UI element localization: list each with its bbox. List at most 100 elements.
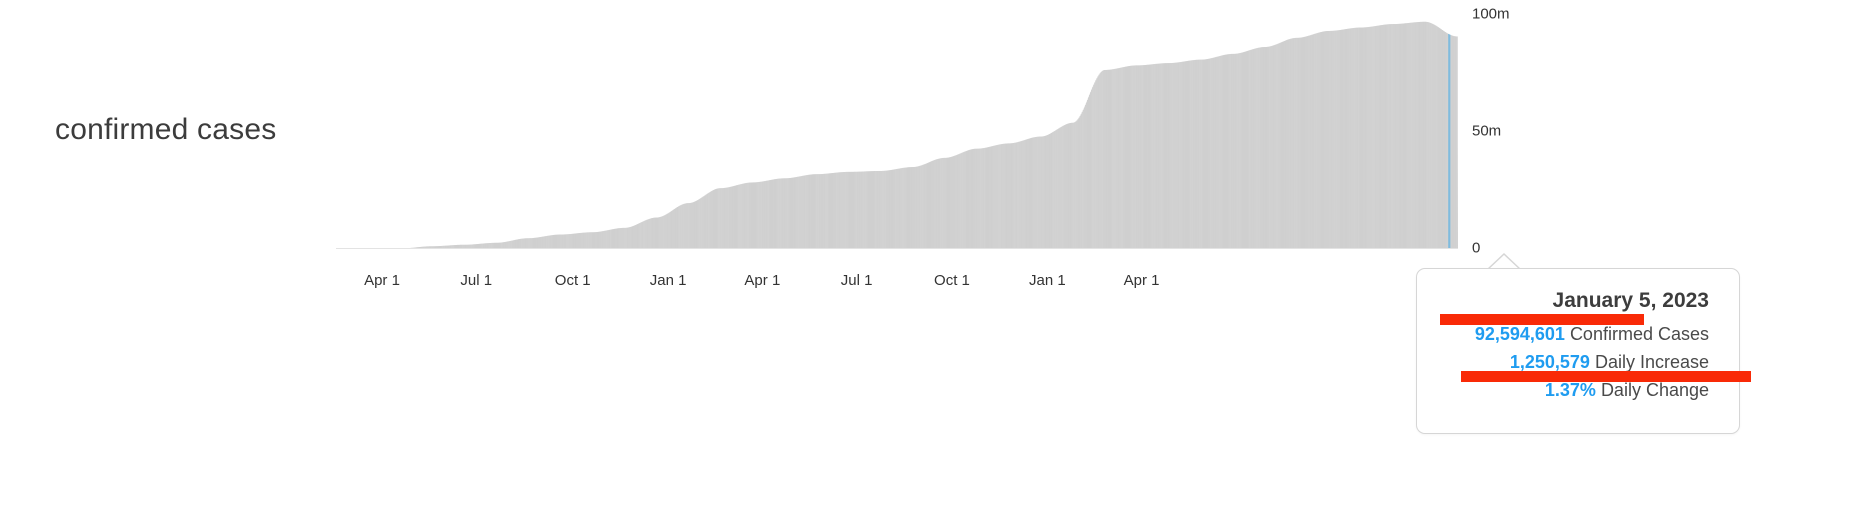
bar <box>889 170 890 249</box>
bar <box>936 159 938 249</box>
bar <box>691 202 692 249</box>
bar <box>555 234 556 249</box>
bar <box>1156 63 1158 249</box>
bar <box>1408 22 1410 249</box>
bar <box>707 193 709 249</box>
bar <box>1450 34 1452 249</box>
bar <box>835 172 837 249</box>
bar <box>1344 29 1345 249</box>
bar <box>725 187 727 249</box>
bar <box>1141 65 1143 249</box>
bar <box>904 167 906 249</box>
bar <box>582 232 584 249</box>
bar <box>617 228 618 249</box>
bar <box>1305 36 1306 249</box>
bar <box>924 163 926 249</box>
bar <box>1120 67 1122 249</box>
bar <box>733 186 734 249</box>
bar <box>848 171 849 249</box>
bar <box>914 166 916 249</box>
bar <box>554 234 555 249</box>
bar <box>581 232 583 249</box>
bar <box>975 148 977 249</box>
bar <box>820 174 822 249</box>
bar <box>849 171 850 249</box>
bar <box>979 148 981 249</box>
bar <box>1217 56 1219 249</box>
bar <box>1105 69 1106 249</box>
x-axis-tick-label: Jan 1 <box>1028 272 1066 289</box>
bar <box>1088 97 1089 249</box>
bar <box>724 187 726 249</box>
bar <box>871 171 872 249</box>
bar <box>700 198 702 249</box>
bar <box>695 201 696 249</box>
bar <box>883 170 885 249</box>
bar <box>633 225 634 249</box>
bar <box>872 171 873 249</box>
bar <box>1151 64 1153 249</box>
bar <box>1373 26 1375 249</box>
bar <box>899 168 901 249</box>
bar <box>1276 44 1278 249</box>
bar <box>1016 142 1018 249</box>
annotation-highlight-daily-increase <box>1461 371 1751 382</box>
bar <box>1144 65 1145 249</box>
bar <box>756 182 758 249</box>
bar <box>587 232 589 249</box>
bar <box>1137 65 1139 249</box>
bar <box>1214 57 1216 249</box>
bar <box>1323 31 1324 249</box>
bar <box>992 146 993 249</box>
bar <box>959 153 961 249</box>
bar <box>1188 60 1189 249</box>
bar <box>721 188 723 249</box>
bar <box>1309 35 1311 249</box>
bar <box>652 218 653 249</box>
bar <box>708 192 710 249</box>
bar <box>1347 28 1349 249</box>
bar <box>1341 29 1342 249</box>
bar <box>891 169 892 249</box>
bar <box>1351 28 1353 249</box>
bar <box>629 227 631 249</box>
bar <box>1247 50 1248 249</box>
bar <box>854 171 855 249</box>
bar <box>850 171 851 249</box>
bar <box>844 171 846 249</box>
bar <box>1114 68 1116 249</box>
bar <box>685 203 687 249</box>
bar <box>1368 27 1370 249</box>
bar <box>911 167 912 249</box>
bar <box>603 230 605 249</box>
bar <box>879 170 881 249</box>
x-axis-tick-label: Jul 1 <box>460 272 493 289</box>
bar <box>771 179 772 249</box>
bar <box>722 188 724 249</box>
bar <box>1197 59 1199 249</box>
chart-plot-area[interactable] <box>336 8 1458 249</box>
bar <box>993 145 995 249</box>
bar <box>1157 63 1159 249</box>
bar <box>1269 46 1271 249</box>
bar <box>1004 143 1006 249</box>
bar <box>1213 57 1215 249</box>
bar <box>1235 53 1237 249</box>
bar <box>991 146 992 249</box>
bar <box>908 167 909 249</box>
bar <box>1166 63 1167 249</box>
bar <box>934 160 936 249</box>
bar <box>1338 30 1340 249</box>
bar <box>1153 64 1155 249</box>
bar <box>917 166 919 249</box>
bar <box>601 231 603 249</box>
bar <box>1147 64 1148 249</box>
bar <box>1402 23 1403 249</box>
bar <box>719 188 721 249</box>
bar <box>986 147 987 249</box>
bar <box>859 171 861 249</box>
bar <box>1384 24 1385 249</box>
bar <box>839 172 841 249</box>
bar <box>1200 59 1202 249</box>
bar <box>1308 35 1310 249</box>
